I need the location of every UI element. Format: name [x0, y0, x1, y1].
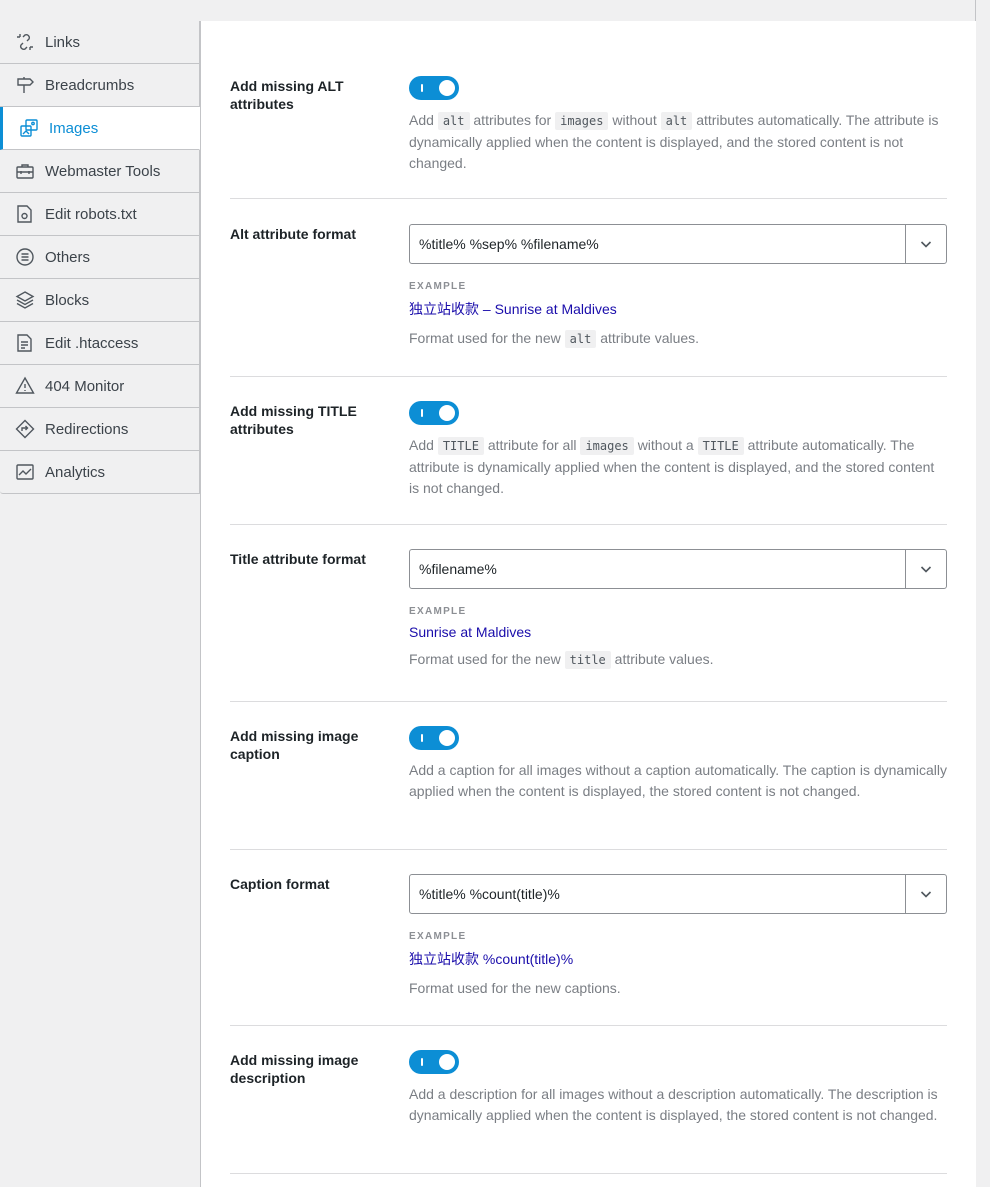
robots-file-icon	[14, 203, 36, 225]
toolbox-icon	[14, 160, 36, 182]
alt-format-value: %title% %sep% %filename%	[419, 236, 599, 252]
title-format-value: %filename%	[419, 561, 497, 577]
sidebar-item-images[interactable]: Images	[0, 107, 200, 150]
chevron-down-icon[interactable]	[905, 875, 946, 913]
chevron-down-icon[interactable]	[905, 225, 946, 263]
setting-row-title-format: Title attribute format %filename% EXAMPL…	[230, 524, 947, 702]
setting-label: Add missing image caption	[230, 728, 359, 762]
sidebar-item-others[interactable]: Others	[0, 236, 200, 279]
example-value: 独立站收款 – Sunrise at Maldives	[409, 301, 617, 317]
add-missing-caption-toggle[interactable]	[409, 726, 459, 750]
setting-description: Format used for the new captions.	[409, 980, 621, 996]
sidebar-item-label: Analytics	[45, 463, 106, 481]
caption-format-value: %title% %count(title)%	[419, 886, 560, 902]
add-missing-description-toggle[interactable]	[409, 1050, 459, 1074]
sidebar-item-label: Redirections	[45, 420, 129, 438]
sidebar-item-label: Blocks	[45, 291, 90, 309]
setting-description: Format used for the new alt attribute va…	[409, 330, 700, 348]
sidebar-item-analytics[interactable]: Analytics	[0, 451, 200, 494]
sidebar-item-label: Breadcrumbs	[45, 76, 135, 94]
setting-row-add-missing-title: Add missing TITLE attributes Add TITLE a…	[230, 376, 947, 525]
sidebar-item-404-monitor[interactable]: 404 Monitor	[0, 365, 200, 408]
alt-format-select[interactable]: %title% %sep% %filename%	[409, 224, 947, 264]
images-icon	[18, 117, 40, 139]
setting-description: Add alt attributes for images without al…	[409, 112, 939, 171]
chevron-down-icon[interactable]	[905, 550, 946, 588]
sidebar-item-links[interactable]: Links	[0, 21, 200, 64]
sidebar-item-blocks[interactable]: Blocks	[0, 279, 200, 322]
sidebar-item-breadcrumbs[interactable]: Breadcrumbs	[0, 64, 200, 107]
caption-format-select[interactable]: %title% %count(title)%	[409, 874, 947, 914]
sidebar-item-label: Links	[45, 33, 81, 51]
sidebar-item-label: Webmaster Tools	[45, 162, 161, 180]
setting-label: Add missing image description	[230, 1052, 359, 1086]
link-icon	[14, 31, 36, 53]
example-value: Sunrise at Maldives	[409, 624, 532, 640]
setting-description: Format used for the new title attribute …	[409, 651, 714, 669]
redirect-icon	[14, 418, 36, 440]
sidebar-item-label: 404 Monitor	[45, 377, 125, 395]
list-circle-icon	[14, 246, 36, 268]
sidebar-item-label: Edit .htaccess	[45, 334, 139, 352]
sidebar-item-label: Images	[49, 119, 99, 137]
settings-content: Add missing ALT attributes Add alt attri…	[200, 21, 976, 1187]
htaccess-file-icon	[14, 332, 36, 354]
sidebar-item-redirections[interactable]: Redirections	[0, 408, 200, 451]
setting-description: Add TITLE attribute for all images witho…	[409, 437, 935, 496]
analytics-icon	[14, 461, 36, 483]
sidebar-item-webmaster-tools[interactable]: Webmaster Tools	[0, 150, 200, 193]
setting-description: Add a description for all images without…	[409, 1086, 938, 1123]
setting-row-alt-format: Alt attribute format %title% %sep% %file…	[230, 199, 947, 377]
setting-row-add-missing-alt: Add missing ALT attributes Add alt attri…	[230, 21, 947, 199]
setting-row-add-missing-description: Add missing image description Add a desc…	[230, 1025, 947, 1174]
sidebar-item-edit-robots[interactable]: Edit robots.txt	[0, 193, 200, 236]
setting-label: Add missing ALT attributes	[230, 78, 344, 112]
signpost-icon	[14, 74, 36, 96]
title-format-select[interactable]: %filename%	[409, 549, 947, 589]
example-label: EXAMPLE	[409, 931, 467, 942]
blocks-icon	[14, 289, 36, 311]
add-missing-alt-toggle[interactable]	[409, 76, 459, 100]
setting-label: Add missing TITLE attributes	[230, 403, 357, 437]
setting-row-add-missing-caption: Add missing image caption Add a caption …	[230, 701, 947, 850]
top-bar	[0, 0, 976, 22]
settings-sidebar: Links Breadcrumbs Images Webmaster Tools…	[0, 21, 200, 494]
sidebar-item-label: Others	[45, 248, 91, 266]
setting-label: Title attribute format	[230, 551, 366, 567]
setting-label: Caption format	[230, 876, 330, 892]
setting-label: Alt attribute format	[230, 226, 356, 242]
example-label: EXAMPLE	[409, 606, 467, 617]
setting-description: Add a caption for all images without a c…	[409, 762, 947, 799]
example-value: 独立站收款 %count(title)%	[409, 951, 574, 967]
warning-icon	[14, 375, 36, 397]
example-label: EXAMPLE	[409, 281, 467, 292]
setting-row-caption-format: Caption format %title% %count(title)% EX…	[230, 849, 947, 1026]
sidebar-item-label: Edit robots.txt	[45, 205, 137, 223]
add-missing-title-toggle[interactable]	[409, 401, 459, 425]
sidebar-item-edit-htaccess[interactable]: Edit .htaccess	[0, 322, 200, 365]
